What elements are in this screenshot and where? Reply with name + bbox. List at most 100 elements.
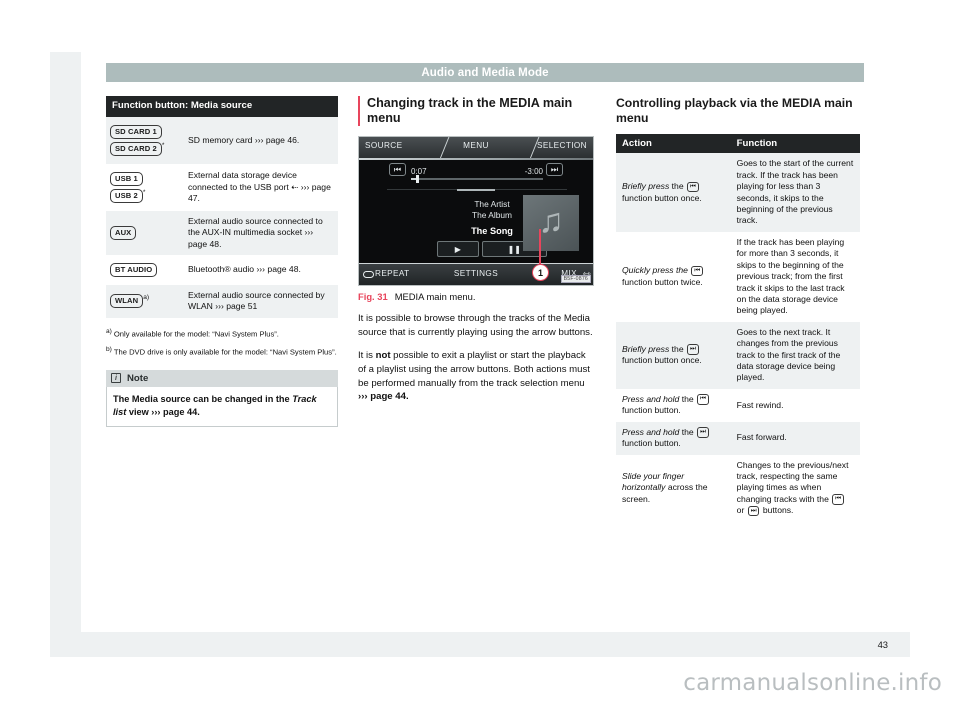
skip-previous-icon: ⏮ (687, 181, 699, 193)
table-row: Press and hold the ⏭ function button. Fa… (616, 421, 860, 455)
action-text (688, 265, 690, 275)
section-heading-changing-track: Changing track in the MEDIA main menu (358, 96, 594, 127)
media-source-table: Function button: Media source SD CARD 1 … (106, 96, 338, 318)
table-row: Briefly press the ⏮ function button once… (616, 153, 860, 232)
action-text: function button once. (622, 192, 702, 203)
action-text: the (679, 393, 697, 404)
repeat-icon[interactable] (363, 271, 374, 279)
column-right: Controlling playback via the MEDIA main … (616, 96, 860, 522)
progress-bar[interactable] (411, 175, 543, 184)
function-button-sd-card-1[interactable]: SD CARD 1 (110, 124, 180, 139)
pill-label: SD CARD 2 (110, 141, 162, 156)
table-row: BT AUDIO Bluetooth® audio ››› page 48. (106, 255, 338, 286)
action-cell: Press and hold the ⏭ function button. (616, 422, 731, 455)
action-text: function button. (622, 438, 681, 449)
media-source-description: Bluetooth® audio ››› page 48. (188, 264, 301, 275)
pill-label: BT AUDIO (110, 263, 158, 278)
media-source-description: External data storage device connected t… (188, 170, 331, 203)
function-cell: Changes to the previous/next track, resp… (731, 455, 860, 522)
skip-previous-icon: ⏮ (832, 494, 845, 505)
media-source-description: External audio source connected by WLAN … (188, 290, 325, 312)
note-header: i Note (106, 369, 338, 387)
playback-table-header: Action Function (616, 134, 860, 154)
function-cell: Fast rewind. (736, 399, 784, 410)
media-source-description: SD memory card ››› page 46. (188, 134, 300, 145)
action-cell: Press and hold the ⏮ function button. (616, 389, 731, 422)
function-button-aux[interactable]: AUX (110, 225, 180, 240)
paragraph-playlist-limitation: It is not possible to exit a playlist or… (358, 349, 594, 403)
page-number: 43 (877, 639, 888, 650)
table-row: WLAN a) External audio source connected b… (106, 285, 338, 318)
function-cell: Fast forward. (736, 432, 787, 443)
paragraph-emphasis-not: not (375, 350, 391, 362)
note-text-before: The Media source can be changed in the (113, 393, 293, 404)
function-button-sd-card-2[interactable]: SD CARD 2 * (110, 141, 180, 156)
skip-next-icon[interactable]: ⏭ (546, 163, 563, 177)
table-row: AUX External audio source connected to t… (106, 210, 338, 256)
paragraph-text: It is (358, 350, 376, 362)
table-row: SD CARD 1 SD CARD 2 * SD memory card ››› … (106, 116, 338, 164)
music-note-icon: ♫ (538, 202, 564, 241)
album-art: ♫ (523, 195, 579, 252)
media-source-table-header: Function button: Media source (106, 96, 338, 117)
footnote-text: The DVD drive is only available for the … (113, 347, 337, 357)
media-screen: SOURCE MENU SELECTION ⏮ ⏭ 0:07 -3:00 The… (358, 136, 594, 287)
screen-button-selection[interactable]: SELECTION (537, 141, 587, 150)
media-source-table-header-label: Function button: Media source (106, 96, 338, 117)
action-text: function button twice. (622, 276, 703, 287)
footnote-mark: a) (106, 327, 112, 335)
screen-button-settings[interactable]: SETTINGS (454, 269, 498, 278)
note-title: Note (127, 372, 149, 384)
screen-top-bar: SOURCE MENU SELECTION (359, 137, 593, 160)
action-text: function button once. (622, 355, 702, 366)
play-star-icon[interactable]: ▶ (437, 241, 479, 258)
table-row: USB 1 USB 2 * External data storage devic… (106, 163, 338, 211)
pill-label: SD CARD 1 (110, 124, 162, 139)
media-source-description: External audio source connected to the A… (188, 215, 323, 249)
top-bar-underline (359, 158, 593, 160)
column-header-function: Function (730, 134, 860, 154)
footnote-text: Only available for the model: “Navi Syst… (113, 329, 279, 339)
screen-bottom-bar: REPEAT SETTINGS MIX ⇿ (359, 263, 593, 286)
note-box: i Note The Media source can be changed i… (106, 369, 338, 428)
page-root: Audio and Media Mode Function button: Me… (0, 0, 960, 708)
note-body: The Media source can be changed in the T… (106, 386, 338, 428)
function-cell: Goes to the next track. It changes from … (736, 326, 841, 383)
footnotes: a) Only available for the model: “Navi Sy… (106, 327, 338, 358)
action-cell: Slide your finger horizontally across th… (616, 455, 731, 522)
footnote-mark: b) (106, 345, 112, 353)
figure-image-code: B5F-0876 (560, 275, 591, 284)
skip-next-icon: ⏭ (687, 344, 699, 355)
watermark: carmanualsonline.info (683, 670, 942, 696)
screen-button-repeat[interactable]: REPEAT (375, 269, 410, 278)
screen-button-menu[interactable]: MENU (463, 141, 489, 150)
function-text: buttons. (760, 505, 794, 516)
footnote-b: b) The DVD drive is only available for th… (106, 345, 338, 358)
action-emphasis: Briefly press (622, 181, 670, 192)
media-source-buttons: WLAN a) (106, 285, 182, 318)
function-button-usb-2[interactable]: USB 2 * (110, 188, 180, 203)
cross-reference-page-44[interactable]: ››› page 44. (358, 391, 409, 402)
action-emphasis: Briefly press (622, 343, 670, 354)
table-row: Slide your finger horizontally across th… (616, 454, 860, 522)
function-text: or (736, 505, 747, 516)
paragraph-browse-tracks: It is possible to browse through the tra… (358, 313, 593, 338)
running-head: Audio and Media Mode (106, 63, 864, 82)
function-cell: Goes to the start of the current track. … (736, 158, 854, 226)
pill-label: AUX (110, 225, 137, 240)
media-source-buttons: AUX (106, 211, 182, 255)
function-button-bt-audio[interactable]: BT AUDIO (110, 263, 180, 278)
screen-time-row: 0:07 -3:00 (411, 167, 543, 176)
top-bar-divider-right (508, 137, 540, 160)
progress-knob[interactable] (416, 175, 419, 184)
screen-divider-highlight (457, 189, 495, 192)
action-cell: Briefly press the ⏮ function button once… (616, 153, 731, 232)
function-button-usb-1[interactable]: USB 1 (110, 171, 180, 186)
function-button-wlan[interactable]: WLAN a) (110, 294, 180, 309)
note-text-after: view ››› page 44. (126, 406, 200, 417)
action-text: the (679, 426, 697, 437)
skip-previous-icon[interactable]: ⏮ (389, 163, 406, 177)
action-emphasis: Press and hold (622, 393, 680, 404)
pill-mark: * (161, 141, 165, 149)
screen-button-source[interactable]: SOURCE (365, 141, 402, 150)
